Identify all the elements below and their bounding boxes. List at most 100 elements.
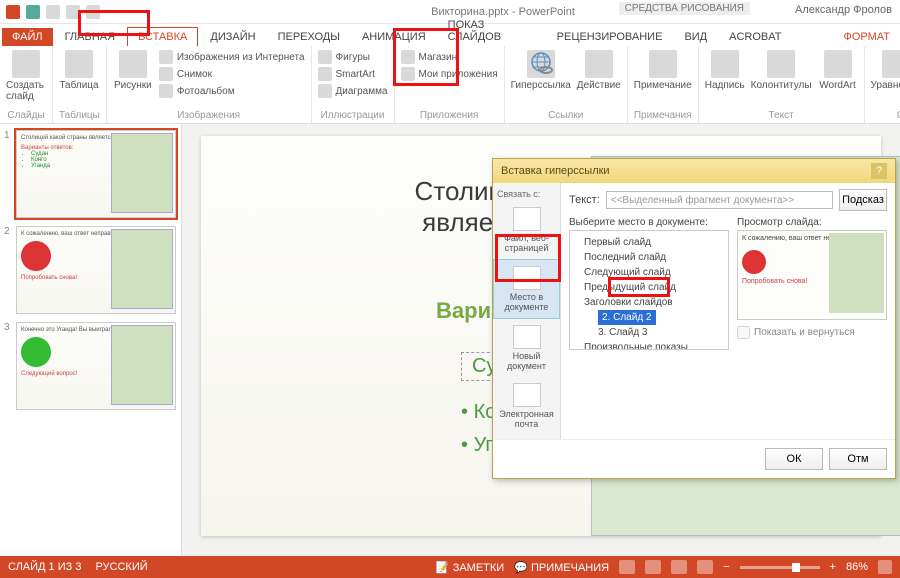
thumbnail-2[interactable]: К сожалению, ваш ответ неправильный Попр…	[16, 226, 176, 314]
ribbon-tabs: ФАЙЛ ГЛАВНАЯ ВСТАВКА ДИЗАЙН ПЕРЕХОДЫ АНИ…	[0, 24, 900, 46]
comment-button[interactable]: Примечание	[634, 50, 692, 91]
map-thumbnail-icon	[111, 229, 173, 309]
notes-toggle[interactable]: 📝 ЗАМЕТКИ	[436, 561, 504, 574]
tree-first-slide[interactable]: Первый слайд	[574, 235, 724, 250]
slide-preview: К сожалению, ваш ответ неправильный Попр…	[737, 230, 887, 320]
dialog-title: Вставка гиперссылки	[501, 165, 610, 177]
zoom-out-button[interactable]: −	[723, 561, 729, 573]
wordart-icon	[824, 50, 852, 78]
tree-next-slide[interactable]: Следующий слайд	[574, 265, 724, 280]
start-slideshow-icon[interactable]	[86, 5, 100, 19]
dialog-help-icon[interactable]: ?	[871, 163, 887, 179]
hyperlink-button[interactable]: Гиперссылка	[511, 50, 571, 91]
header-footer-button[interactable]: Колонтитулы	[751, 50, 812, 91]
cancel-button[interactable]: Отм	[829, 448, 887, 470]
smartart-button[interactable]: SmartArt	[318, 67, 388, 81]
my-apps-button[interactable]: Мои приложения	[401, 67, 498, 81]
comment-icon	[649, 50, 677, 78]
tab-acrobat[interactable]: ACROBAT	[719, 28, 791, 46]
chart-button[interactable]: Диаграмма	[318, 84, 388, 98]
slide-counter[interactable]: СЛАЙД 1 ИЗ 3	[8, 561, 81, 573]
screenshot-button[interactable]: Снимок	[159, 67, 305, 81]
pictures-button[interactable]: Рисунки	[113, 50, 153, 91]
zoom-in-button[interactable]: +	[830, 561, 836, 573]
equation-button[interactable]: Уравнение	[871, 50, 900, 91]
online-pictures-button[interactable]: Изображения из Интернета	[159, 50, 305, 64]
ok-button[interactable]: ОК	[765, 448, 823, 470]
textbox-icon	[711, 50, 739, 78]
normal-view-icon[interactable]	[619, 560, 635, 574]
link-to-email[interactable]: Электронная почта	[493, 377, 560, 435]
slide-thumbnails-panel: 1 Столицей какой страны является город К…	[0, 124, 182, 556]
tab-design[interactable]: ДИЗАЙН	[200, 28, 265, 46]
fit-to-window-icon[interactable]	[878, 560, 892, 574]
place-in-doc-icon	[513, 266, 541, 290]
new-doc-icon	[513, 325, 541, 349]
wordart-button[interactable]: WordArt	[818, 50, 858, 91]
quick-access-toolbar	[0, 5, 106, 19]
chart-icon	[318, 84, 332, 98]
comments-toggle[interactable]: 💬 ПРИМЕЧАНИЯ	[514, 561, 609, 574]
display-text-input[interactable]	[606, 191, 833, 209]
tree-last-slide[interactable]: Последний слайд	[574, 250, 724, 265]
table-button[interactable]: Таблица	[59, 50, 99, 91]
map-thumbnail-icon	[111, 325, 173, 405]
pictures-icon	[119, 50, 147, 78]
thumbnail-1[interactable]: Столицей какой страны является город Кам…	[16, 130, 176, 218]
link-to-new-document[interactable]: Новый документ	[493, 319, 560, 377]
sad-face-icon	[742, 250, 766, 274]
zoom-level[interactable]: 86%	[846, 561, 868, 573]
dialog-titlebar[interactable]: Вставка гиперссылки ?	[493, 159, 895, 183]
language-indicator[interactable]: РУССКИЙ	[95, 561, 147, 573]
undo-icon[interactable]	[46, 5, 60, 19]
tab-home[interactable]: ГЛАВНАЯ	[55, 28, 125, 46]
tree-slide-2-selected[interactable]: 2. Слайд 2	[598, 310, 656, 325]
tree-slide-titles[interactable]: Заголовки слайдов	[574, 295, 724, 310]
new-slide-button[interactable]: Создать слайд	[6, 50, 46, 102]
apps-icon	[401, 67, 415, 81]
tab-insert[interactable]: ВСТАВКА	[127, 27, 198, 46]
action-button[interactable]: Действие	[577, 50, 621, 91]
thumbnail-3[interactable]: Конечно это Уганда! Вы выиграли! Следующ…	[16, 322, 176, 410]
textbox-button[interactable]: Надпись	[705, 50, 745, 91]
tab-view[interactable]: ВИД	[674, 28, 717, 46]
new-slide-icon	[12, 50, 40, 78]
tab-file[interactable]: ФАЙЛ	[2, 28, 53, 46]
screentip-button[interactable]: Подсказ	[839, 189, 887, 211]
tab-format[interactable]: ФОРМАТ	[834, 28, 900, 46]
sad-face-icon	[21, 241, 51, 271]
shapes-icon	[318, 50, 332, 64]
tree-slide-3[interactable]: 3. Слайд 3	[574, 325, 724, 340]
zoom-slider[interactable]	[740, 566, 820, 569]
photo-album-icon	[159, 84, 173, 98]
screenshot-icon	[159, 67, 173, 81]
tab-transitions[interactable]: ПЕРЕХОДЫ	[268, 28, 350, 46]
table-icon	[65, 50, 93, 78]
tab-slideshow[interactable]: ПОКАЗ СЛАЙДОВ	[438, 16, 545, 46]
tree-custom-shows[interactable]: Произвольные показы	[574, 340, 724, 350]
link-to-web[interactable]: Файл, веб-страницей	[493, 201, 560, 259]
show-and-return-checkbox[interactable]: Показать и вернуться	[737, 326, 887, 339]
tab-animations[interactable]: АНИМАЦИЯ	[352, 28, 436, 46]
file-web-icon	[513, 207, 541, 231]
hyperlink-icon	[527, 50, 555, 78]
save-icon[interactable]	[26, 5, 40, 19]
shapes-button[interactable]: Фигуры	[318, 50, 388, 64]
redo-icon[interactable]	[66, 5, 80, 19]
sorter-view-icon[interactable]	[645, 560, 661, 574]
email-icon	[513, 383, 541, 407]
slideshow-view-icon[interactable]	[697, 560, 713, 574]
link-to-place-in-document[interactable]: Место в документе	[493, 259, 560, 319]
ribbon: Создать слайд Слайды Таблица Таблицы Рис…	[0, 46, 900, 124]
store-button[interactable]: Магазин	[401, 50, 498, 64]
tab-review[interactable]: РЕЦЕНЗИРОВАНИЕ	[547, 28, 673, 46]
photo-album-button[interactable]: Фотоальбом	[159, 84, 305, 98]
store-icon	[401, 50, 415, 64]
map-preview-icon	[829, 233, 884, 313]
link-to-panel: Связать с: Файл, веб-страницей Место в д…	[493, 183, 561, 439]
header-footer-icon	[767, 50, 795, 78]
reading-view-icon[interactable]	[671, 560, 687, 574]
tree-prev-slide[interactable]: Предыдущий слайд	[574, 280, 724, 295]
signed-in-user[interactable]: Александр Фролов	[795, 4, 892, 16]
document-places-tree[interactable]: Первый слайд Последний слайд Следующий с…	[569, 230, 729, 350]
